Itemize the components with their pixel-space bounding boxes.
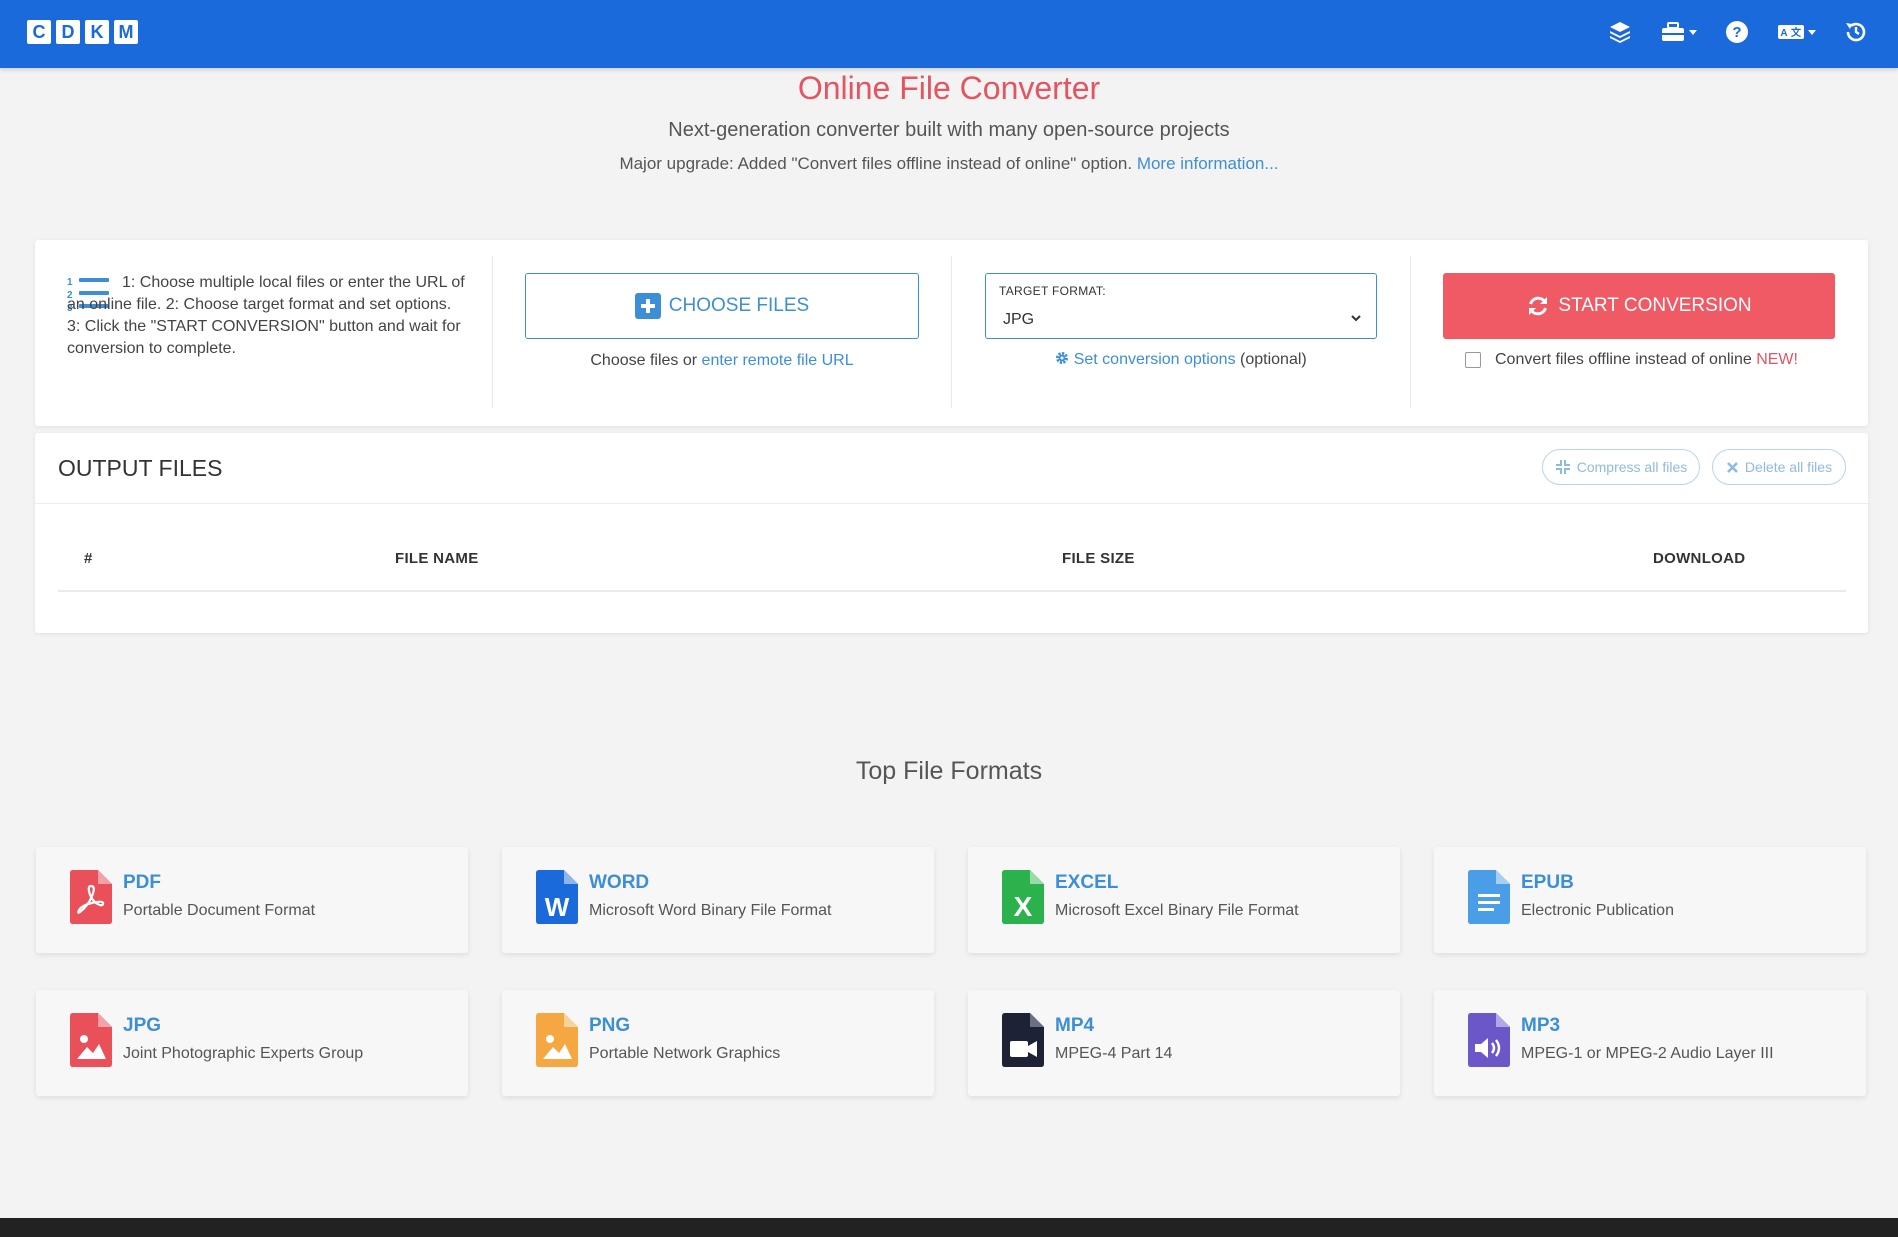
word-file-icon: W [536, 870, 578, 924]
layers-icon[interactable] [1608, 20, 1632, 44]
converter-panel: 1 2 3 1: Choose multiple local files or … [35, 240, 1868, 426]
format-card-epub[interactable]: EPUB Electronic Publication [1434, 847, 1866, 953]
format-card-pdf[interactable]: PDF Portable Document Format [36, 847, 468, 953]
format-description: Portable Document Format [123, 902, 316, 919]
close-icon [1727, 461, 1738, 473]
logo-letter: D [56, 20, 80, 44]
column-divider [1410, 256, 1411, 408]
format-name: WORD [589, 872, 650, 893]
format-description: MPEG-4 Part 14 [1055, 1045, 1173, 1062]
format-description: Joint Photographic Experts Group [123, 1045, 364, 1062]
format-card-mp3[interactable]: MP3 MPEG-1 or MPEG-2 Audio Layer III [1434, 990, 1866, 1096]
upgrade-note: Major upgrade: Added "Convert files offl… [0, 154, 1898, 174]
conversion-options: Set conversion options (optional) [985, 351, 1377, 369]
page-title: Online File Converter [797, 70, 1101, 106]
table-header-border [58, 590, 1846, 592]
delete-all-button[interactable]: Delete all files [1712, 449, 1846, 485]
choose-files-hint-text: Choose files or [590, 352, 698, 369]
svg-text:W: W [545, 892, 570, 922]
svg-text:文: 文 [1791, 26, 1802, 39]
format-card-excel[interactable]: X EXCEL Microsoft Excel Binary File Form… [968, 847, 1400, 953]
offline-option: Convert files offline instead of online … [1465, 351, 1798, 369]
column-header-file-size: FILE SIZE [1062, 550, 1135, 567]
format-name: MP4 [1055, 1015, 1095, 1036]
format-name: JPG [123, 1015, 162, 1036]
new-badge: NEW! [1756, 351, 1798, 368]
offline-checkbox[interactable] [1465, 352, 1481, 368]
cdkm-logo[interactable]: C D K M [27, 20, 138, 44]
format-description: Electronic Publication [1521, 902, 1674, 919]
format-description: Microsoft Word Binary File Format [589, 902, 832, 919]
format-card-jpg[interactable]: JPG Joint Photographic Experts Group [36, 990, 468, 1096]
column-header-file-name: FILE NAME [395, 550, 479, 567]
svg-text:?: ? [1732, 24, 1741, 41]
compress-all-button[interactable]: Compress all files [1542, 449, 1700, 485]
upgrade-note-text: Major upgrade: Added "Convert files offl… [619, 154, 1133, 173]
column-divider [492, 256, 493, 408]
column-divider [951, 256, 952, 408]
target-format-select[interactable]: TARGET FORMAT: JPG [985, 273, 1377, 339]
set-options-label: Set conversion options [1073, 351, 1236, 368]
svg-text:A: A [1780, 28, 1787, 39]
target-format-value: JPG [1003, 311, 1035, 328]
language-icon[interactable]: A文 [1777, 22, 1816, 42]
excel-file-icon: X [1002, 870, 1044, 924]
top-formats-title: Top File Formats [855, 757, 1043, 785]
logo-letter: M [114, 20, 138, 44]
format-card-mp4[interactable]: MP4 MPEG-4 Part 14 [968, 990, 1400, 1096]
format-description: Microsoft Excel Binary File Format [1055, 902, 1299, 919]
logo-letter: K [85, 20, 109, 44]
svg-text:X: X [1014, 891, 1033, 922]
output-files-panel: OUTPUT FILES Compress all files Delete a… [35, 433, 1868, 633]
more-information-link[interactable]: More information... [1137, 154, 1279, 173]
navbar-actions: ? A文 [1608, 20, 1868, 44]
mp3-file-icon [1468, 1013, 1510, 1067]
format-name: PDF [123, 872, 161, 893]
epub-file-icon [1468, 870, 1510, 924]
instructions-text: 1: Choose multiple local files or enter … [67, 274, 465, 357]
format-card-png[interactable]: PNG Portable Network Graphics [502, 990, 934, 1096]
plus-icon [634, 293, 661, 319]
jpg-file-icon [70, 1013, 112, 1067]
mp4-file-icon [1002, 1013, 1044, 1067]
help-icon[interactable]: ? [1725, 20, 1749, 44]
format-name: MP3 [1521, 1015, 1561, 1036]
page-subtitle: Next-generation converter built with man… [668, 119, 1230, 141]
chevron-down-icon [1689, 29, 1697, 35]
compress-all-label: Compress all files [1576, 459, 1688, 475]
offline-label: Convert files offline instead of online [1495, 351, 1752, 368]
start-conversion-button[interactable]: START CONVERSION [1443, 273, 1835, 339]
top-navbar: C D K M ? A文 [0, 0, 1898, 68]
delete-all-label: Delete all files [1744, 459, 1833, 475]
format-name: EXCEL [1055, 872, 1119, 893]
logo-letter: C [27, 20, 51, 44]
divider [35, 503, 1868, 504]
choose-files-hint: Choose files or enter remote file URL [525, 352, 919, 370]
png-file-icon [536, 1013, 578, 1067]
choose-files-button[interactable]: CHOOSE FILES [525, 273, 919, 339]
compress-icon [1555, 460, 1570, 474]
format-card-word[interactable]: W WORD Microsoft Word Binary File Format [502, 847, 934, 953]
optional-label: (optional) [1240, 351, 1307, 368]
gear-icon [1056, 352, 1069, 364]
format-description: Portable Network Graphics [589, 1045, 781, 1062]
page-footer [0, 1218, 1898, 1237]
format-name: EPUB [1521, 872, 1574, 893]
set-options-link[interactable]: Set conversion options [1055, 351, 1236, 368]
output-files-title: OUTPUT FILES [58, 455, 223, 481]
choose-files-label: CHOOSE FILES [668, 295, 810, 316]
format-description: MPEG-1 or MPEG-2 Audio Layer III [1521, 1045, 1774, 1062]
start-conversion-label: START CONVERSION [1558, 295, 1752, 316]
refresh-icon [1529, 296, 1548, 316]
history-icon[interactable] [1844, 20, 1868, 44]
remote-url-link[interactable]: enter remote file URL [702, 352, 854, 369]
column-header-index: # [84, 550, 93, 567]
column-header-download: DOWNLOAD [1653, 550, 1746, 567]
target-format-label: TARGET FORMAT: [999, 284, 1106, 298]
format-name: PNG [589, 1015, 631, 1036]
toolbox-icon[interactable] [1660, 21, 1697, 43]
pdf-file-icon [70, 870, 112, 924]
chevron-down-icon [1808, 29, 1816, 35]
chevron-down-icon [1351, 315, 1361, 322]
